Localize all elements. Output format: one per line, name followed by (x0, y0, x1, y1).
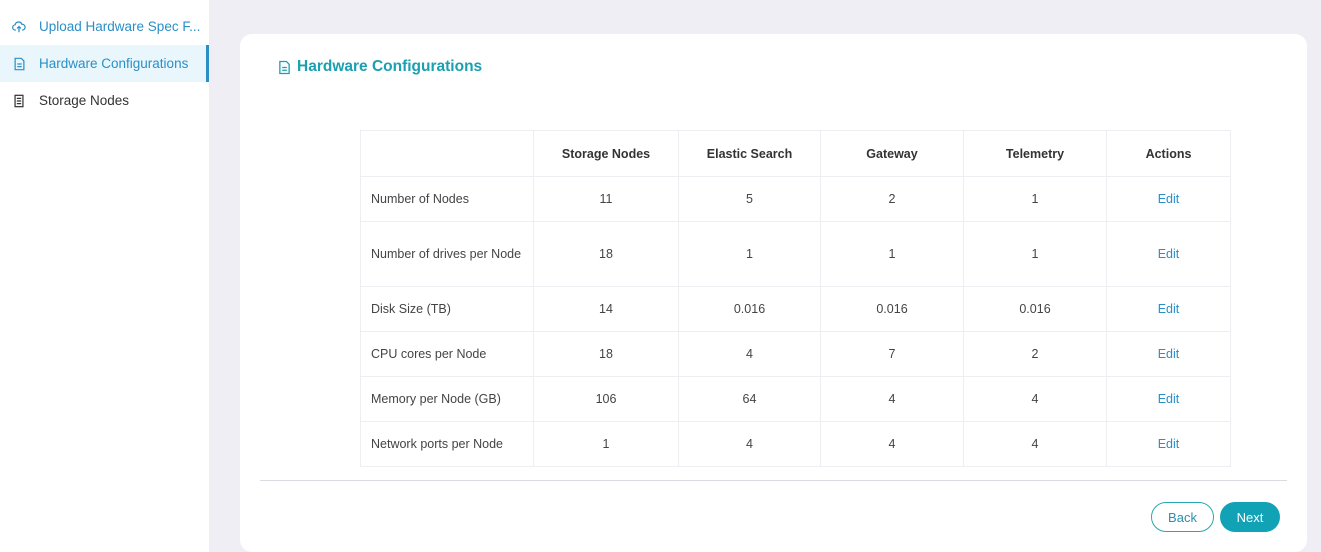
table-row: Disk Size (TB) 14 0.016 0.016 0.016 Edit (360, 286, 1231, 332)
sidebar-item-upload-hardware-spec[interactable]: Upload Hardware Spec F... (0, 8, 209, 45)
hardware-config-table: Storage Nodes Elastic Search Gateway Tel… (360, 130, 1231, 467)
card-title: Hardware Configurations (278, 58, 482, 76)
cell-gateway: 0.016 (820, 286, 964, 332)
next-button[interactable]: Next (1220, 502, 1280, 532)
card-title-text: Hardware Configurations (297, 58, 483, 75)
table-row: Memory per Node (GB) 106 64 4 4 Edit (360, 376, 1231, 422)
cell-gateway: 2 (820, 176, 964, 222)
cell-gateway: 7 (820, 331, 964, 377)
actions-cell: Edit (1106, 286, 1231, 332)
table-row: Number of Nodes 11 5 2 1 Edit (360, 176, 1231, 222)
cell-storage-nodes: 14 (533, 286, 679, 332)
actions-cell: Edit (1106, 176, 1231, 222)
cell-elastic-search: 4 (678, 421, 821, 467)
column-header-blank (360, 130, 534, 177)
actions-cell: Edit (1106, 376, 1231, 422)
sidebar-item-label: Hardware Configurations (39, 56, 189, 71)
cell-elastic-search: 4 (678, 331, 821, 377)
row-label: Network ports per Node (360, 421, 534, 467)
cell-telemetry: 4 (963, 421, 1107, 467)
cell-elastic-search: 64 (678, 376, 821, 422)
sidebar-item-storage-nodes[interactable]: Storage Nodes (0, 82, 209, 119)
cell-telemetry: 1 (963, 221, 1107, 287)
cell-storage-nodes: 18 (533, 331, 679, 377)
edit-link[interactable]: Edit (1158, 392, 1180, 406)
footer-divider (260, 480, 1287, 481)
row-label: Disk Size (TB) (360, 286, 534, 332)
table-row: Network ports per Node 1 4 4 4 Edit (360, 421, 1231, 467)
sidebar-item-label: Storage Nodes (39, 93, 130, 108)
column-header-telemetry: Telemetry (963, 130, 1107, 177)
cell-gateway: 4 (820, 376, 964, 422)
sidebar-item-hardware-configurations[interactable]: Hardware Configurations (0, 45, 209, 82)
row-label: CPU cores per Node (360, 331, 534, 377)
sidebar: Upload Hardware Spec F... Hardware Confi… (0, 0, 210, 552)
column-header-gateway: Gateway (820, 130, 964, 177)
cell-telemetry: 0.016 (963, 286, 1107, 332)
row-label: Number of Nodes (360, 176, 534, 222)
cell-gateway: 1 (820, 221, 964, 287)
actions-cell: Edit (1106, 421, 1231, 467)
column-header-storage-nodes: Storage Nodes (533, 130, 679, 177)
hardware-config-card: Hardware Configurations Storage Nodes El… (240, 34, 1307, 552)
cell-elastic-search: 1 (678, 221, 821, 287)
cell-telemetry: 4 (963, 376, 1107, 422)
edit-link[interactable]: Edit (1158, 302, 1180, 316)
cell-storage-nodes: 106 (533, 376, 679, 422)
back-button[interactable]: Back (1151, 502, 1214, 532)
row-label: Number of drives per Node (360, 221, 534, 287)
column-header-actions: Actions (1106, 130, 1231, 177)
table-row: CPU cores per Node 18 4 7 2 Edit (360, 331, 1231, 377)
main-area: Hardware Configurations Storage Nodes El… (210, 0, 1321, 552)
table-header-row: Storage Nodes Elastic Search Gateway Tel… (360, 130, 1231, 177)
actions-cell: Edit (1106, 221, 1231, 287)
upload-cloud-icon (10, 18, 28, 36)
edit-link[interactable]: Edit (1158, 192, 1180, 206)
document-icon (278, 60, 291, 75)
table-row: Number of drives per Node 18 1 1 1 Edit (360, 221, 1231, 287)
edit-link[interactable]: Edit (1158, 347, 1180, 361)
cell-storage-nodes: 1 (533, 421, 679, 467)
app-root: Upload Hardware Spec F... Hardware Confi… (0, 0, 1321, 552)
edit-link[interactable]: Edit (1158, 437, 1180, 451)
document-icon (10, 55, 28, 73)
cell-elastic-search: 5 (678, 176, 821, 222)
sidebar-item-label: Upload Hardware Spec F... (39, 19, 201, 34)
cell-telemetry: 1 (963, 176, 1107, 222)
cell-storage-nodes: 11 (533, 176, 679, 222)
actions-cell: Edit (1106, 331, 1231, 377)
cell-gateway: 4 (820, 421, 964, 467)
edit-link[interactable]: Edit (1158, 247, 1180, 261)
server-icon (10, 92, 28, 110)
cell-telemetry: 2 (963, 331, 1107, 377)
row-label: Memory per Node (GB) (360, 376, 534, 422)
column-header-elastic-search: Elastic Search (678, 130, 821, 177)
cell-elastic-search: 0.016 (678, 286, 821, 332)
cell-storage-nodes: 18 (533, 221, 679, 287)
